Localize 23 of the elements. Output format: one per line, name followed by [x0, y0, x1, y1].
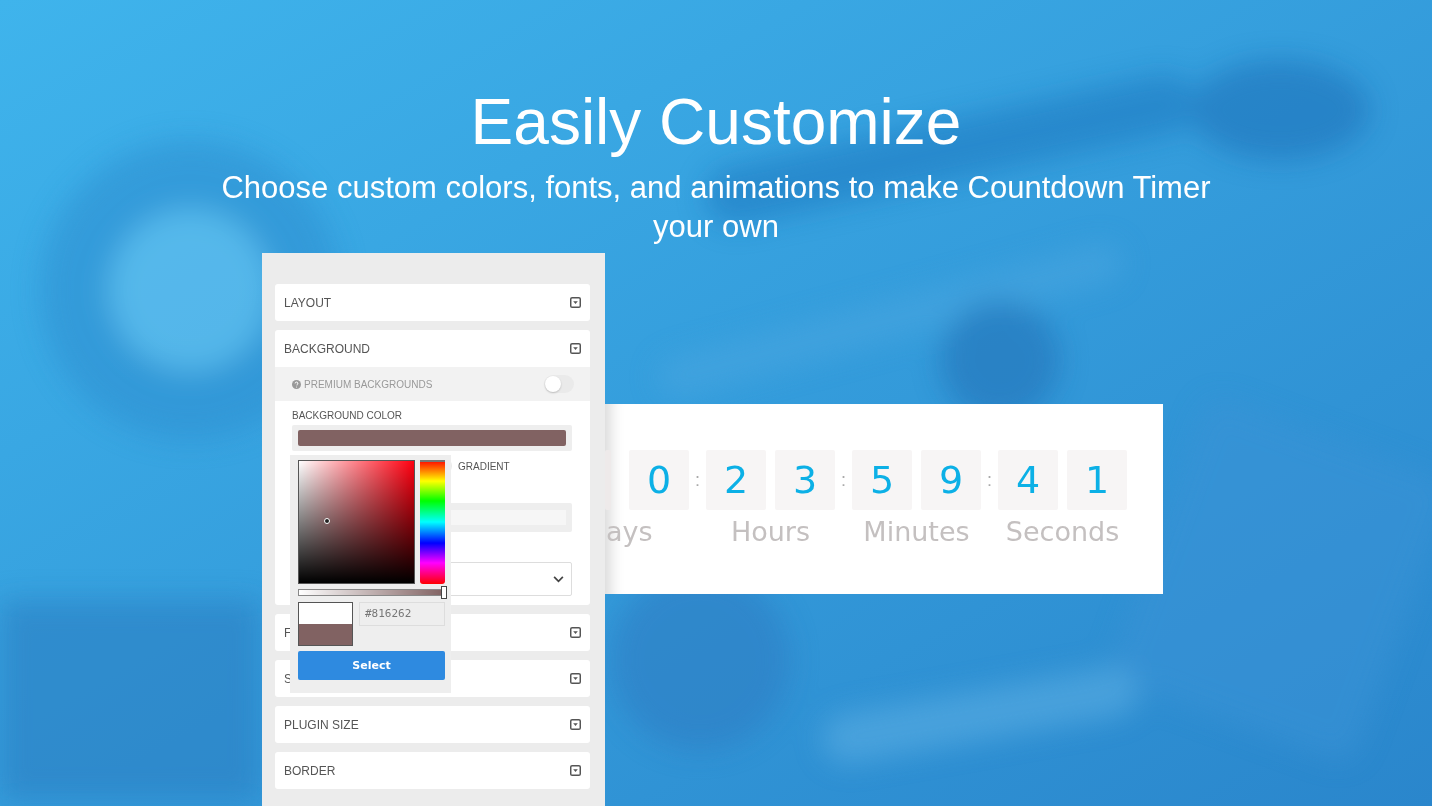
gradient-label: GRADIENT — [458, 460, 510, 472]
hero-title: Easily Customize — [470, 85, 962, 160]
unit-label: Hours — [730, 516, 811, 547]
unit-label: Seconds — [1005, 516, 1120, 547]
countdown-digit: 4 — [998, 450, 1058, 510]
section-title: BORDER — [284, 763, 336, 778]
countdown-digit: 1 — [1067, 450, 1127, 510]
countdown-digit: 9 — [921, 450, 981, 510]
separator: : — [694, 469, 701, 492]
unit-label: Minutes — [863, 516, 970, 547]
section-title: PLUGIN SIZE — [284, 717, 359, 732]
section-title: LAYOUT — [284, 295, 332, 310]
separator: : — [986, 469, 993, 492]
unit-label: ays — [606, 516, 653, 547]
hero-subtitle: Choose custom colors, fonts, and animations to make Countdown Timer your own — [220, 169, 1212, 246]
field-label: BACKGROUND COLOR — [292, 410, 403, 421]
countdown-digit: 3 — [775, 450, 835, 510]
countdown-digit: 5 — [852, 450, 912, 510]
countdown-digit: 0 — [629, 450, 689, 510]
countdown-digit: 2 — [706, 450, 766, 510]
premium-label: PREMIUM BACKGROUNDS — [304, 378, 434, 390]
separator: : — [840, 469, 847, 492]
section-title: BACKGROUND — [284, 341, 370, 356]
